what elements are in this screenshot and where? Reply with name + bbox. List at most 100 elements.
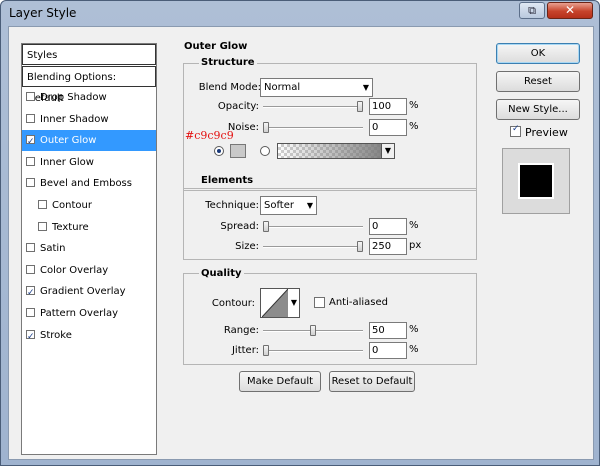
- new-style-button[interactable]: New Style...: [496, 99, 580, 120]
- range-label: Range:: [223, 325, 259, 336]
- style-item-gradient-overlay[interactable]: Gradient Overlay: [22, 281, 156, 304]
- opacity-label: Opacity:: [217, 101, 259, 112]
- style-checkbox[interactable]: [26, 283, 35, 304]
- layer-style-window: Layer Style ⧉ ✕ Styles Blending Options:…: [0, 0, 600, 466]
- style-item-label: Texture: [52, 221, 89, 233]
- opacity-track: [263, 106, 363, 108]
- title-bar[interactable]: Layer Style ⧉ ✕: [1, 1, 599, 25]
- jitter-track: [263, 350, 363, 352]
- chevron-down-icon: ▼: [362, 83, 369, 92]
- ok-button[interactable]: OK: [496, 43, 580, 64]
- contour-linear-icon: [262, 289, 288, 317]
- size-thumb[interactable]: [357, 241, 363, 252]
- gradient-radio[interactable]: [260, 146, 270, 156]
- style-item-label: Inner Shadow: [40, 113, 109, 125]
- jitter-input[interactable]: 0: [369, 342, 407, 359]
- style-item-label: Bevel and Emboss: [40, 178, 132, 190]
- reset-to-default-button[interactable]: Reset to Default: [329, 371, 415, 392]
- style-checkbox[interactable]: [26, 243, 35, 253]
- jitter-thumb[interactable]: [263, 345, 269, 356]
- technique-value: Softer: [264, 200, 294, 211]
- quality-title: Quality: [199, 268, 244, 279]
- chevron-down-icon[interactable]: ▼: [381, 144, 394, 158]
- blend-mode-select[interactable]: Normal ▼: [260, 78, 373, 97]
- style-item-inner-glow[interactable]: Inner Glow: [22, 152, 156, 173]
- style-checkbox[interactable]: [26, 156, 35, 166]
- style-item-drop-shadow[interactable]: Drop Shadow: [22, 87, 156, 108]
- spread-slider[interactable]: [263, 221, 363, 232]
- jitter-label: Jitter:: [231, 345, 259, 356]
- help-button[interactable]: ⧉: [519, 2, 545, 19]
- noise-track: [263, 127, 363, 129]
- opacity-input[interactable]: 100: [369, 98, 407, 115]
- close-icon: ✕: [564, 3, 576, 17]
- style-item-satin[interactable]: Satin: [22, 238, 156, 259]
- elements-title: Elements: [199, 175, 256, 186]
- opacity-thumb[interactable]: [357, 101, 363, 112]
- style-checkbox[interactable]: [38, 221, 47, 231]
- anti-aliased-label: Anti-aliased: [329, 297, 389, 308]
- style-checkbox[interactable]: [26, 178, 35, 188]
- size-unit: px: [409, 240, 422, 251]
- spread-thumb[interactable]: [263, 221, 269, 232]
- style-item-outer-glow[interactable]: Outer Glow: [22, 130, 156, 153]
- style-item-color-overlay[interactable]: Color Overlay: [22, 260, 156, 281]
- range-thumb[interactable]: [310, 325, 316, 336]
- style-item-label: Outer Glow: [40, 135, 97, 147]
- blend-mode-value: Normal: [264, 82, 301, 93]
- color-annotation: #c9c9c9: [185, 129, 234, 142]
- noise-input[interactable]: 0: [369, 119, 407, 136]
- jitter-slider[interactable]: [263, 345, 363, 356]
- range-slider[interactable]: [263, 325, 363, 336]
- style-item-bevel-and-emboss[interactable]: Bevel and Emboss: [22, 173, 156, 194]
- blend-mode-label: Blend Mode:: [198, 82, 261, 93]
- size-input[interactable]: 250: [369, 238, 407, 255]
- blending-options-item[interactable]: Blending Options: Default: [22, 66, 156, 104]
- noise-unit: %: [409, 121, 419, 132]
- style-item-label: Gradient Overlay: [40, 286, 126, 298]
- style-checkbox[interactable]: [38, 200, 47, 209]
- technique-select[interactable]: Softer ▼: [260, 196, 317, 215]
- range-input[interactable]: 50: [369, 322, 407, 339]
- style-checkbox[interactable]: [26, 308, 35, 317]
- glow-color-swatch[interactable]: [230, 144, 246, 158]
- chevron-down-icon: ▼: [290, 298, 297, 307]
- spread-unit: %: [409, 220, 419, 231]
- style-item-pattern-overlay[interactable]: Pattern Overlay: [22, 303, 156, 324]
- noise-slider[interactable]: [263, 122, 363, 133]
- window-title: Layer Style: [9, 6, 77, 20]
- style-item-contour[interactable]: Contour: [22, 195, 156, 216]
- anti-aliased-checkbox[interactable]: [314, 297, 325, 308]
- style-item-label: Stroke: [40, 329, 72, 341]
- solid-color-radio[interactable]: [214, 146, 224, 156]
- preview-label: Preview: [525, 126, 568, 139]
- opacity-slider[interactable]: [263, 101, 363, 112]
- style-item-stroke[interactable]: Stroke: [22, 325, 156, 348]
- styles-header[interactable]: Styles: [22, 44, 156, 65]
- preview-checkbox[interactable]: [510, 124, 521, 137]
- style-item-texture[interactable]: Texture: [22, 217, 156, 238]
- spread-track: [263, 226, 363, 228]
- glow-gradient-picker[interactable]: ▼: [277, 143, 395, 159]
- style-item-label: Pattern Overlay: [40, 308, 119, 319]
- help-icon: ⧉: [528, 4, 536, 17]
- style-preview: [502, 148, 570, 214]
- make-default-button[interactable]: Make Default: [239, 371, 321, 392]
- close-button[interactable]: ✕: [547, 2, 593, 19]
- preview-swatch: [518, 163, 554, 199]
- size-label: Size:: [235, 241, 259, 252]
- styles-list: Styles Blending Options: Default Drop Sh…: [21, 43, 157, 455]
- style-checkbox[interactable]: [26, 113, 35, 123]
- size-slider[interactable]: [263, 241, 363, 252]
- spread-input[interactable]: 0: [369, 218, 407, 235]
- opacity-unit: %: [409, 100, 419, 111]
- style-item-inner-shadow[interactable]: Inner Shadow: [22, 109, 156, 130]
- contour-picker[interactable]: ▼: [260, 288, 300, 318]
- style-checkbox[interactable]: [26, 327, 35, 348]
- style-checkbox[interactable]: [26, 92, 35, 101]
- jitter-unit: %: [409, 344, 419, 355]
- reset-button[interactable]: Reset: [496, 71, 580, 92]
- style-checkbox[interactable]: [26, 264, 35, 274]
- noise-thumb[interactable]: [263, 122, 269, 133]
- style-checkbox[interactable]: [26, 132, 35, 153]
